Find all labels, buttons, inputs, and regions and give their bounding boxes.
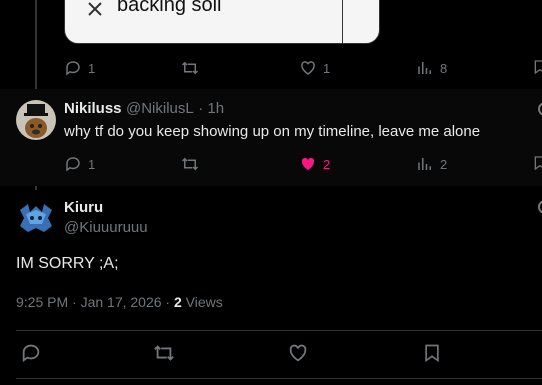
timestamp[interactable]: 9:25 PM · Jan 17, 2026 ·: [16, 294, 170, 310]
reply-button[interactable]: 1: [64, 59, 95, 77]
views-count: 2: [173, 294, 182, 310]
bookmark-icon: [532, 58, 542, 76]
grok-icon[interactable]: [536, 101, 542, 122]
user-handle[interactable]: @NikilusL: [126, 100, 194, 117]
tweet-text: IM SORRY ;A;: [16, 255, 119, 272]
like-count: 1: [323, 60, 331, 76]
avatar[interactable]: [16, 100, 56, 140]
user-handle[interactable]: @Kiuuuruuu: [64, 219, 148, 236]
retweet-icon: [180, 59, 200, 77]
views-button[interactable]: 2: [416, 155, 447, 173]
avatar[interactable]: [16, 198, 56, 238]
close-icon: [87, 1, 103, 22]
timestamp[interactable]: · 1h: [198, 100, 224, 117]
display-name[interactable]: Kiuru: [64, 199, 103, 216]
reply-icon: [64, 59, 82, 77]
card-divider: [342, 0, 343, 43]
grok-icon[interactable]: [536, 199, 542, 220]
thread-line: [35, 0, 37, 95]
like-icon: [287, 342, 309, 364]
reply-icon: [20, 342, 42, 364]
reply-icon: [64, 155, 82, 173]
views-label: Views: [185, 294, 223, 310]
like-icon: [299, 155, 317, 173]
reply-header: Nikiluss @NikilusL · 1h: [64, 100, 224, 118]
like-button[interactable]: 1: [299, 59, 330, 77]
link-preview-card[interactable]: backing soil: [64, 0, 380, 44]
views-icon: [416, 155, 434, 173]
bookmark-button[interactable]: [532, 154, 542, 172]
retweet-button[interactable]: [180, 155, 200, 173]
divider: [16, 378, 542, 379]
card-text: backing soil: [117, 0, 222, 16]
like-button[interactable]: [287, 342, 309, 364]
like-button[interactable]: 2: [299, 155, 330, 173]
bookmark-icon: [422, 342, 442, 364]
views-count: 2: [440, 156, 448, 172]
reply-button[interactable]: 1: [64, 155, 95, 173]
reply-count: 1: [88, 156, 96, 172]
bookmark-button[interactable]: [422, 342, 442, 364]
like-icon: [299, 59, 317, 77]
display-name[interactable]: Nikiluss: [64, 100, 122, 117]
bookmark-button[interactable]: [532, 58, 542, 76]
reply-text: why tf do you keep showing up on my time…: [64, 123, 481, 140]
reply-count: 1: [88, 60, 96, 76]
retweet-icon: [180, 155, 200, 173]
retweet-button[interactable]: [180, 59, 200, 77]
retweet-icon: [152, 342, 176, 364]
views-count: 8: [440, 60, 448, 76]
tweet-meta: 9:25 PM · Jan 17, 2026 · 2 Views: [16, 294, 223, 310]
like-count: 2: [323, 156, 331, 172]
reply-button[interactable]: [20, 342, 42, 364]
retweet-button[interactable]: [152, 342, 176, 364]
views-icon: [416, 59, 434, 77]
views-button[interactable]: 8: [416, 59, 447, 77]
divider: [16, 330, 542, 331]
bookmark-icon: [532, 154, 542, 172]
